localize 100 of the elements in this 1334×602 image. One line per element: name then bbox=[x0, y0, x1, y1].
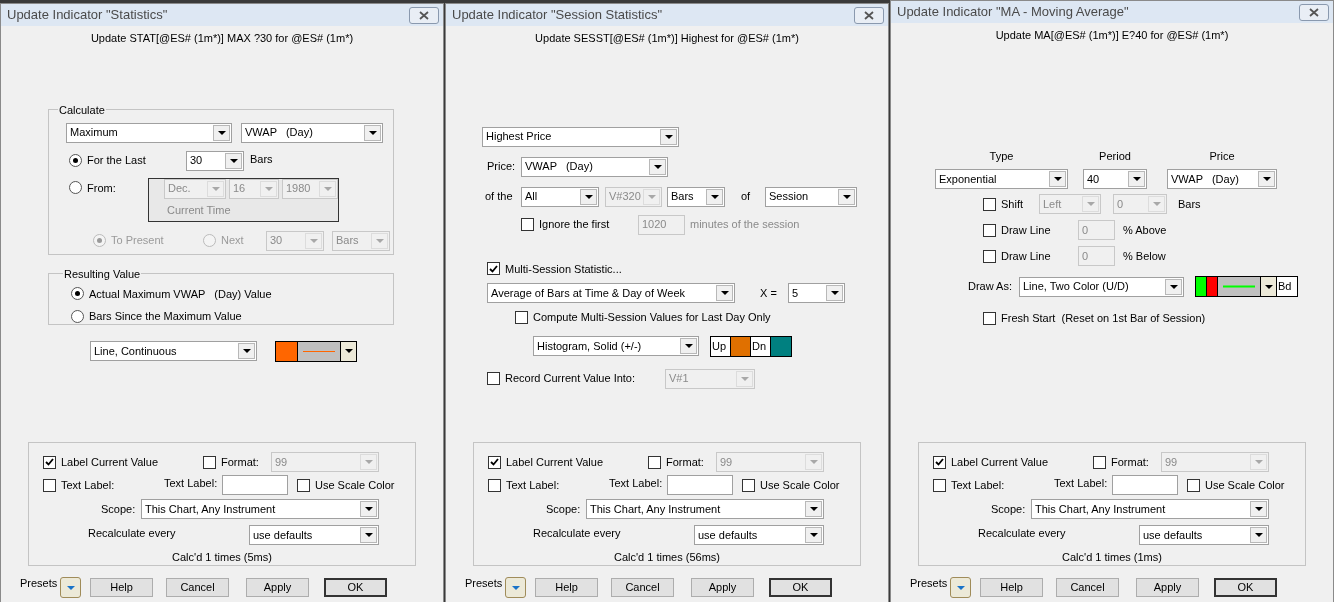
dialog-button[interactable]: OK bbox=[324, 578, 387, 597]
checkmark-icon bbox=[45, 458, 54, 466]
dropdown[interactable]: 5 bbox=[788, 283, 845, 303]
dropdown[interactable]: All bbox=[521, 186, 599, 207]
dropdown[interactable]: Exponential bbox=[935, 169, 1068, 189]
close-button[interactable] bbox=[854, 6, 884, 24]
checkbox[interactable]: Record Current Value Into: bbox=[487, 370, 665, 387]
bold-toggle[interactable]: Bd bbox=[1276, 277, 1297, 296]
checkbox[interactable]: Shift bbox=[983, 195, 1039, 213]
caret-icon bbox=[1053, 177, 1062, 181]
checkbox[interactable]: Label Current Value bbox=[488, 453, 648, 471]
radio-button[interactable]: Bars Since the Maximum Value bbox=[71, 308, 393, 325]
dialog-button[interactable]: Apply bbox=[1136, 578, 1199, 597]
close-icon bbox=[419, 10, 429, 20]
label-text: X = bbox=[760, 285, 778, 301]
label-text: Presets bbox=[20, 576, 59, 591]
dialog-button[interactable]: OK bbox=[1214, 578, 1277, 597]
checkbox[interactable]: Text Label: bbox=[43, 476, 164, 494]
dropdown[interactable]: Bars bbox=[667, 186, 725, 207]
dropdown[interactable]: VWAP (Day) bbox=[1167, 169, 1277, 189]
dropdown[interactable]: use defaults bbox=[694, 525, 824, 545]
dropdown[interactable]: Maximum bbox=[66, 122, 232, 143]
checkbox[interactable]: Fresh Start (Reset on 1st Bar of Session) bbox=[983, 310, 1333, 327]
checkbox[interactable]: Text Label: bbox=[933, 476, 1054, 494]
dialog-button[interactable]: Apply bbox=[691, 578, 754, 597]
caret-icon bbox=[809, 533, 818, 537]
input-field[interactable] bbox=[1112, 475, 1178, 495]
caret-icon bbox=[364, 533, 373, 537]
dropdown[interactable]: VWAP (Day) bbox=[521, 156, 668, 177]
dropdown[interactable]: Session bbox=[765, 186, 857, 207]
presets-button[interactable] bbox=[505, 577, 526, 598]
presets-button[interactable] bbox=[950, 577, 971, 598]
dropdown[interactable]: This Chart, Any Instrument bbox=[586, 499, 824, 519]
window-title: Update Indicator "Statistics" bbox=[7, 6, 168, 25]
close-icon bbox=[864, 10, 874, 20]
color-swatch[interactable] bbox=[771, 336, 791, 356]
dropdown[interactable]: VWAP (Day) bbox=[241, 122, 383, 143]
checkbox[interactable]: Multi-Session Statistic... bbox=[487, 260, 888, 277]
caret-icon bbox=[375, 238, 384, 243]
color-swatch[interactable] bbox=[731, 336, 751, 356]
caret-icon bbox=[1169, 284, 1178, 289]
radio-button[interactable]: Actual Maximum VWAP (Day) Value bbox=[71, 285, 393, 302]
checkbox[interactable]: Label Current Value bbox=[933, 453, 1093, 471]
checkbox[interactable]: Draw Line bbox=[983, 221, 1078, 239]
label-text: % Above bbox=[1123, 222, 1167, 238]
dropdown[interactable]: This Chart, Any Instrument bbox=[1031, 499, 1269, 519]
presets-button[interactable] bbox=[60, 577, 81, 598]
checkbox[interactable]: Ignore the first bbox=[521, 216, 638, 233]
dialog-button[interactable]: Cancel bbox=[166, 578, 229, 597]
dropdown[interactable]: Line, Continuous bbox=[90, 341, 257, 361]
caret-icon bbox=[66, 585, 75, 590]
checkbox[interactable]: Draw Line bbox=[983, 247, 1078, 265]
window-title: Update Indicator "Session Statistics" bbox=[452, 6, 663, 25]
line-style-picker[interactable]: Bd bbox=[1195, 276, 1298, 297]
checkbox[interactable]: Use Scale Color bbox=[742, 476, 840, 494]
caret-icon bbox=[1132, 177, 1141, 181]
color-picker[interactable]: Up Dn bbox=[710, 335, 792, 357]
checkbox[interactable]: Use Scale Color bbox=[1187, 476, 1285, 494]
checkbox[interactable]: Text Label: bbox=[488, 476, 609, 494]
dialog-button[interactable]: Help bbox=[535, 578, 598, 597]
caret-icon bbox=[242, 349, 251, 353]
dialog-button[interactable]: Cancel bbox=[1056, 578, 1119, 597]
checkbox[interactable]: Format: bbox=[1093, 453, 1161, 471]
caret-icon bbox=[720, 291, 729, 295]
radio-button[interactable]: For the Last bbox=[69, 152, 186, 169]
swatch-label: Dn bbox=[751, 336, 771, 356]
close-icon bbox=[1309, 7, 1319, 17]
caret-icon bbox=[364, 460, 373, 464]
dropdown[interactable]: 40 bbox=[1083, 169, 1147, 189]
dropdown[interactable]: Average of Bars at Time & Day of Week bbox=[487, 283, 735, 303]
dialog-button[interactable]: Apply bbox=[246, 578, 309, 597]
dialog-button[interactable]: Help bbox=[90, 578, 153, 597]
color-swatch[interactable] bbox=[276, 341, 298, 361]
caret-icon bbox=[1254, 507, 1263, 511]
checkbox[interactable]: Label Current Value bbox=[43, 453, 203, 471]
dropdown[interactable]: Highest Price bbox=[482, 126, 679, 147]
radio-button[interactable]: From: bbox=[69, 179, 148, 196]
close-button[interactable] bbox=[409, 6, 439, 24]
dialog-button[interactable]: OK bbox=[769, 578, 832, 597]
dialog-button[interactable]: Help bbox=[980, 578, 1043, 597]
dropdown[interactable]: use defaults bbox=[1139, 525, 1269, 545]
checkbox[interactable]: Format: bbox=[648, 453, 716, 471]
caret-icon bbox=[511, 585, 520, 590]
dropdown[interactable]: use defaults bbox=[249, 525, 379, 545]
dropdown[interactable]: This Chart, Any Instrument bbox=[141, 499, 379, 519]
input-field[interactable] bbox=[667, 475, 733, 495]
dropdown[interactable]: 30 bbox=[186, 150, 244, 171]
checkbox[interactable]: Format: bbox=[203, 453, 271, 471]
input-field[interactable] bbox=[222, 475, 288, 495]
checkbox[interactable]: Use Scale Color bbox=[297, 476, 395, 494]
label-text: Text Label: bbox=[164, 476, 219, 491]
dropdown[interactable]: Line, Two Color (U/D) bbox=[1019, 276, 1184, 297]
label-text: Bars bbox=[1178, 196, 1201, 212]
color-swatch[interactable] bbox=[1207, 277, 1218, 296]
line-style-picker[interactable] bbox=[275, 340, 357, 362]
checkbox[interactable]: Compute Multi-Session Values for Last Day Only bbox=[515, 309, 888, 326]
color-swatch[interactable] bbox=[1196, 277, 1207, 296]
close-button[interactable] bbox=[1299, 3, 1329, 21]
dialog-button[interactable]: Cancel bbox=[611, 578, 674, 597]
dropdown[interactable]: Histogram, Solid (+/-) bbox=[533, 336, 699, 356]
